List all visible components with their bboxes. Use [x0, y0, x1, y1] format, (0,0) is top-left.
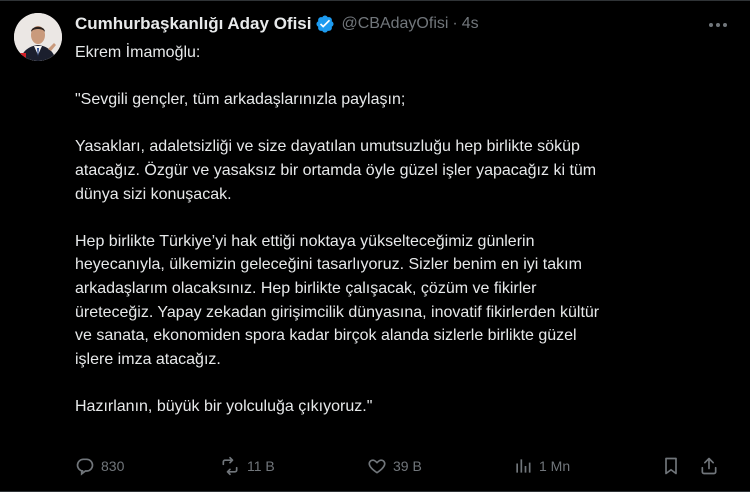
bookmark-icon — [661, 456, 681, 476]
text-line: Yasakları, adaletsizliği ve size dayatıl… — [75, 138, 580, 156]
author-handle[interactable]: @CBAdayOfisi — [341, 15, 448, 33]
text-line: heyecanıyla, ülkemizin geleceğini tasarl… — [75, 256, 582, 274]
text-line: işlere imza atacağız. — [75, 350, 221, 368]
text-line: atacağız. Özgür ve yasaksız bir ortamda … — [75, 161, 597, 179]
repost-count: 11 B — [247, 458, 275, 474]
share-icon — [699, 456, 719, 476]
text-line: arkadaşlarım olacaksınız. Hep birlikte ç… — [75, 279, 537, 297]
tweet-timestamp[interactable]: 4s — [462, 15, 479, 33]
tweet-header: Cumhurbaşkanlığı Aday Ofisi @CBAdayOfisi… — [75, 12, 710, 36]
reply-icon — [75, 456, 95, 476]
text-line: Hazırlanın, büyük bir yolculuğa çıkıyoru… — [75, 397, 373, 415]
like-button[interactable]: 39 B — [367, 452, 422, 480]
action-bar: 830 11 B 39 B 1 Mn — [75, 452, 725, 480]
text-line: Ekrem İmamoğlu: — [75, 44, 201, 61]
tweet-text: Ekrem İmamoğlu: "Sevgili gençler, tüm ar… — [75, 41, 725, 419]
text-line: "Sevgili gençler, tüm arkadaşlarınızla p… — [75, 91, 406, 109]
avatar[interactable] — [14, 13, 62, 61]
views-button[interactable]: 1 Mn — [513, 452, 570, 480]
avatar-image — [14, 13, 62, 61]
views-icon — [513, 456, 533, 476]
text-line: Hep birlikte Türkiye’yi hak ettiği nokta… — [75, 232, 535, 250]
views-count: 1 Mn — [539, 458, 571, 474]
bookmark-button[interactable] — [661, 452, 681, 480]
share-button[interactable] — [699, 452, 719, 480]
text-line: dünya sizi konuşacak. — [75, 185, 232, 203]
verified-badge-icon — [315, 14, 335, 34]
header-separator: · — [452, 15, 458, 32]
text-line: ve sanata, ekonomiden spora kadar birçok… — [75, 327, 577, 345]
text-line: üreteceğiz. Yapay zekadan girişimcilik d… — [75, 303, 600, 321]
like-count: 39 B — [393, 458, 422, 474]
more-options-icon[interactable] — [706, 15, 730, 35]
reply-count: 830 — [101, 458, 125, 474]
repost-button[interactable]: 11 B — [219, 452, 275, 480]
author-name[interactable]: Cumhurbaşkanlığı Aday Ofisi — [75, 14, 311, 34]
reply-button[interactable]: 830 — [75, 452, 124, 480]
repost-icon — [219, 456, 241, 476]
tweet-card[interactable]: Cumhurbaşkanlığı Aday Ofisi @CBAdayOfisi… — [0, 0, 750, 492]
like-icon — [367, 456, 387, 476]
